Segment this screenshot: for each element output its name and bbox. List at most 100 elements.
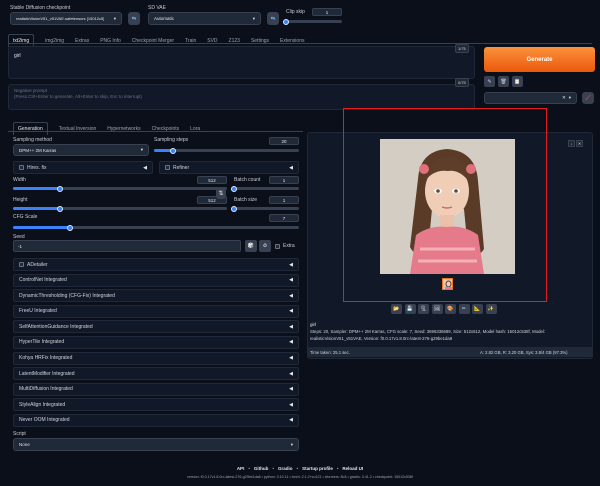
ruler-icon[interactable]: 📐 (472, 304, 483, 314)
batch-size-slider[interactable] (231, 205, 299, 212)
gallery-thumbnail[interactable] (442, 278, 453, 290)
image-icon[interactable]: 🖼 (431, 304, 443, 314)
collapse-triangle-icon: ◀ (289, 292, 293, 299)
script-select[interactable]: None ▾ (13, 438, 299, 451)
random-seed-button[interactable]: 🎲 (245, 240, 257, 252)
extra-checkbox[interactable] (275, 243, 280, 249)
styles-select[interactable]: ✕ ▾ (484, 92, 577, 104)
height-handle[interactable] (57, 205, 64, 212)
pencil-icon[interactable]: ✎ (484, 76, 495, 87)
checkpoint-value: realisticVisionV51_v51VAE.safetensors [1… (16, 16, 105, 21)
accordion-hypertile-integrated[interactable]: HyperTile Integrated ◀ (13, 335, 299, 349)
footer-link-gradio[interactable]: Gradio (278, 466, 293, 471)
refresh-checkpoint-button[interactable]: ⇆ (128, 12, 140, 25)
chevron-down-icon: ▾ (290, 441, 293, 447)
accordion-adetailer[interactable]: ADetailer ◀ (13, 258, 299, 271)
refiner-accordion[interactable]: Refiner ◀ (159, 161, 299, 174)
footer-link-github[interactable]: Github (254, 466, 269, 471)
accordion-dynamicthresholding-cfg-fix-integrated[interactable]: DynamicThresholding (CFG-Fix) Integrated… (13, 289, 299, 303)
refresh-vae-button[interactable]: ⇆ (267, 12, 279, 25)
batch-size-handle[interactable] (231, 205, 237, 212)
download-icon[interactable]: ↓ (568, 140, 575, 147)
trash-icon[interactable]: 🗑 (498, 76, 509, 87)
extra-checkbox-group[interactable]: Extra (275, 243, 295, 249)
palette-icon[interactable]: 🎨 (445, 304, 456, 314)
vae-value: Automatic (154, 16, 175, 21)
footer-links: API • Github • Gradio • Startup profile • Reload… (0, 466, 600, 471)
collapse-triangle-icon: ◀ (289, 417, 293, 424)
accordion-selfattentionguidance-integrated[interactable]: SelfAttentionGuidance Integrated ◀ (13, 320, 299, 334)
folder-icon[interactable]: 📂 (391, 304, 402, 314)
sampling-steps-input[interactable]: 20 (269, 137, 299, 145)
accordion-label: ControlNet Integrated (19, 277, 67, 284)
vae-label: SD VAE (148, 5, 166, 11)
star-icon[interactable]: ✨ (485, 304, 497, 314)
accordion-label: Kohya HRFix Integrated (19, 355, 73, 362)
accordion-controlnet-integrated[interactable]: ControlNet Integrated ◀ (13, 273, 299, 287)
height-fill (13, 207, 61, 210)
clipboard-icon[interactable]: 📋 (512, 76, 523, 87)
generate-button[interactable]: Generate (484, 47, 595, 72)
swap-dimensions-button[interactable]: ⇅ (216, 188, 226, 199)
seed-input[interactable]: -1 (13, 240, 241, 252)
cfg-scale-label: CFG Scale (13, 214, 38, 220)
clip-skip-handle[interactable] (283, 18, 289, 25)
footer-link-reload-ui[interactable]: Reload UI (342, 466, 363, 471)
vae-select[interactable]: Automatic ▾ (148, 12, 261, 25)
zip-icon[interactable]: 🗜 (418, 304, 429, 314)
batch-size-input[interactable]: 1 (269, 196, 299, 204)
accordion-label: Never OOM Integrated (19, 417, 70, 424)
width-slider[interactable] (13, 185, 227, 192)
accordion-latentmodifier-integrated[interactable]: LatentModifier Integrated ◀ (13, 367, 299, 381)
prompt-token-counter: 1/75 (455, 44, 469, 53)
checkpoint-label: Stable Diffusion checkpoint (10, 5, 71, 11)
width-handle[interactable] (57, 185, 64, 192)
adetailer-checkbox[interactable] (19, 262, 24, 267)
width-input[interactable]: 512 (197, 176, 227, 184)
footer-link-startup-profile[interactable]: Startup profile (302, 466, 333, 471)
sampling-steps-slider[interactable] (154, 147, 299, 154)
output-info-prompt: girl (310, 322, 317, 327)
recycle-icon: ♻ (262, 243, 268, 249)
hires-fix-accordion[interactable]: Hires. fix ◀ (13, 161, 153, 174)
accordion-kohya-hrfix-integrated[interactable]: Kohya HRFix Integrated ◀ (13, 351, 299, 365)
gallery-controls: ↓ ✕ (568, 140, 583, 147)
accordion-freeu-integrated[interactable]: FreeU Integrated ◀ (13, 304, 299, 318)
cfg-scale-input[interactable]: 7 (269, 214, 299, 222)
clip-skip-slider[interactable] (283, 18, 342, 25)
refresh-icon: ⇆ (131, 15, 137, 22)
height-slider[interactable] (13, 205, 227, 212)
script-value: None (19, 442, 30, 447)
footer-separator: • (296, 466, 299, 471)
swap-icon: ⇅ (218, 191, 224, 197)
hires-fix-checkbox[interactable] (19, 165, 24, 170)
sampling-method-select[interactable]: DPM++ 2M Karras ▾ (13, 144, 149, 156)
prompt-box[interactable]: girl (8, 46, 475, 79)
refiner-checkbox[interactable] (165, 165, 170, 170)
cfg-scale-handle[interactable] (67, 224, 74, 231)
cfg-scale-slider[interactable] (13, 224, 299, 231)
paint-icon[interactable]: ✏ (458, 304, 470, 314)
generated-image[interactable] (380, 139, 515, 274)
save-icon[interactable]: 💾 (404, 304, 416, 314)
style-tools: ✎ 🗑 📋 (484, 76, 523, 87)
sampling-method-value: DPM++ 2M Karras (19, 147, 57, 153)
sampling-steps-handle[interactable] (169, 147, 176, 154)
close-icon[interactable]: ✕ (562, 95, 566, 101)
negative-prompt-box[interactable]: Negative prompt (Press Ctrl+Enter to gen… (8, 84, 475, 110)
accordion-multidiffusion-integrated[interactable]: MultiDiffusion Integrated ◀ (13, 382, 299, 396)
subtab-generation[interactable]: Generation (13, 122, 48, 135)
chevron-down-icon: ▾ (252, 15, 255, 21)
batch-count-input[interactable]: 1 (269, 176, 299, 184)
close-icon[interactable]: ✕ (576, 140, 583, 147)
checkpoint-select[interactable]: realisticVisionV51_v51VAE.safetensors [1… (10, 12, 122, 25)
accordion-never-oom-integrated[interactable]: Never OOM Integrated ◀ (13, 413, 299, 427)
batch-count-handle[interactable] (231, 185, 237, 192)
accordion-stylealign-integrated[interactable]: StyleAlign Integrated ◀ (13, 398, 299, 412)
reuse-seed-button[interactable]: ♻ (259, 240, 271, 252)
clip-skip-input[interactable]: 1 (312, 8, 342, 16)
collapse-triangle-icon: ◀ (289, 323, 293, 330)
footer-link-api[interactable]: API (237, 466, 245, 471)
batch-count-slider[interactable] (231, 185, 299, 192)
apply-style-button[interactable]: 🖌 (582, 92, 594, 104)
